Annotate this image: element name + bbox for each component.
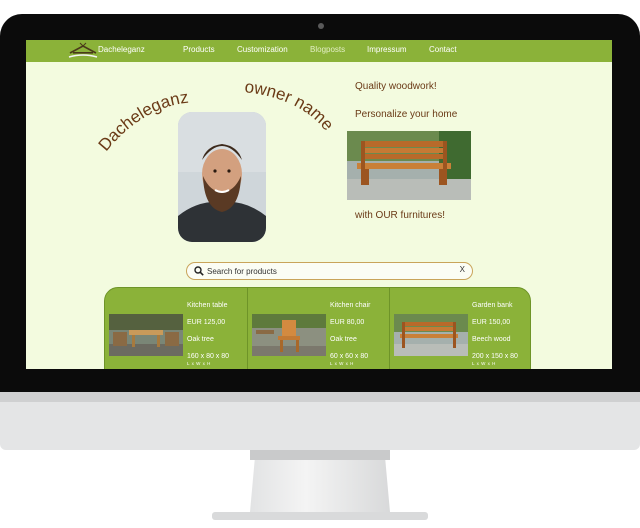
tagline-personalize: Personalize your home: [355, 109, 458, 120]
nav-products[interactable]: Products: [183, 45, 215, 54]
tagline-quality: Quality woodwork!: [355, 81, 437, 92]
product-dimension-key: L x W x H: [187, 361, 211, 366]
product-name: Kitchen chair: [330, 302, 371, 309]
garden-bank-image: [394, 314, 468, 356]
product-card-kitchen-table[interactable]: Kitchen table EUR 125,00 Oak tree 160 x …: [105, 288, 247, 369]
product-dimensions: 160 x 80 x 80: [187, 353, 230, 360]
monitor-base: [212, 512, 428, 520]
logo-icon[interactable]: [66, 41, 100, 61]
monitor-stand-shadow: [250, 450, 390, 460]
nav-impressum[interactable]: Impressum: [367, 45, 407, 54]
product-search-bar: X: [186, 262, 473, 280]
product-material: Beech wood: [472, 336, 511, 343]
product-dimension-key: L x W x H: [330, 361, 354, 366]
product-price: EUR 125,00: [187, 319, 226, 326]
webcam-icon: [318, 23, 324, 29]
product-dimension-key: L x W x H: [472, 361, 496, 366]
search-icon[interactable]: [194, 266, 204, 276]
tagline-furnitures: with OUR furnitures!: [355, 210, 446, 221]
garden-bench-image: [347, 131, 471, 200]
owner-photo: [178, 112, 266, 242]
hero-brand-heading: Dacheleganz: [95, 88, 190, 155]
product-list: Kitchen table EUR 125,00 Oak tree 160 x …: [104, 287, 531, 369]
product-dimensions: 200 x 150 x 80: [472, 353, 518, 360]
monitor-mockup: Dacheleganz Products Customization Blogp…: [0, 0, 640, 528]
product-dimensions: 60 x 60 x 80: [330, 353, 369, 360]
product-material: Oak tree: [330, 336, 357, 343]
product-card-garden-bank[interactable]: Garden bank EUR 150,00 Beech wood 200 x …: [389, 288, 531, 369]
top-navigation: Dacheleganz Products Customization Blogp…: [26, 40, 612, 62]
search-input[interactable]: [207, 265, 447, 278]
product-name: Garden bank: [472, 302, 513, 309]
website-screen: Dacheleganz Products Customization Blogp…: [26, 40, 612, 369]
nav-contact[interactable]: Contact: [429, 45, 457, 54]
kitchen-chair-image: [252, 314, 326, 356]
kitchen-table-image: [109, 314, 183, 356]
search-clear-button[interactable]: X: [460, 265, 465, 274]
product-price: EUR 150,00: [472, 319, 511, 326]
nav-blogposts[interactable]: Blogposts: [310, 45, 345, 54]
product-name: Kitchen table: [187, 302, 228, 309]
product-card-kitchen-chair[interactable]: Kitchen chair EUR 80,00 Oak tree 60 x 60…: [247, 288, 389, 369]
product-price: EUR 80,00: [330, 319, 365, 326]
product-material: Oak tree: [187, 336, 214, 343]
monitor-chin-edge: [0, 392, 640, 402]
nav-customization[interactable]: Customization: [237, 45, 288, 54]
brand-name[interactable]: Dacheleganz: [98, 45, 145, 54]
